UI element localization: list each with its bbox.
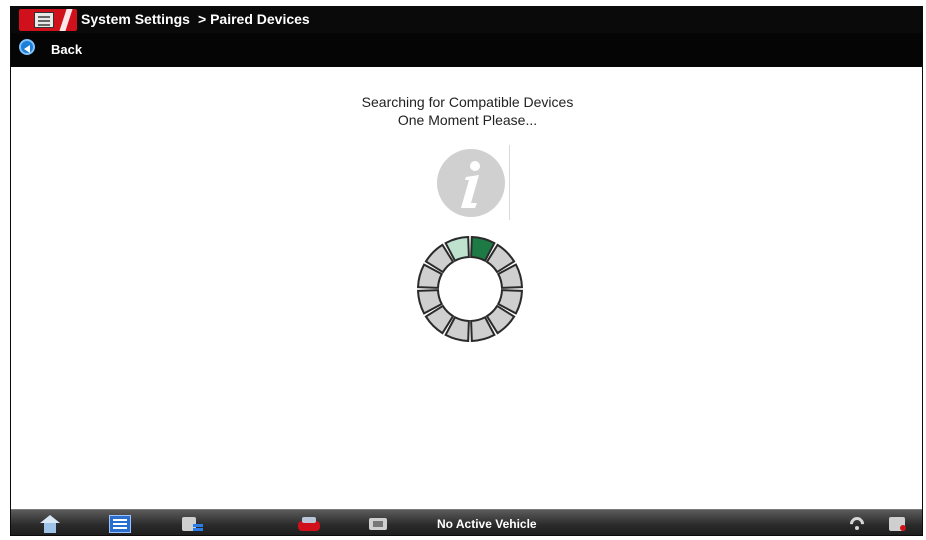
app-logo-tile [34, 12, 54, 28]
spinner-center [442, 261, 498, 317]
back-arrow-icon[interactable] [19, 39, 35, 55]
app-window: System Settings > Paired Devices Back Se… [10, 6, 923, 536]
list-icon[interactable] [109, 515, 131, 533]
home-icon[interactable] [39, 515, 61, 533]
loading-spinner-icon [416, 235, 524, 343]
back-button[interactable]: Back [51, 42, 82, 57]
info-icon [437, 149, 505, 217]
tools-icon[interactable] [181, 515, 203, 533]
app-logo-icon[interactable] [19, 9, 77, 31]
status-message: Searching for Compatible Devices One Mom… [11, 93, 922, 129]
toolbar: Back [11, 33, 922, 67]
device-status-icon[interactable] [887, 515, 909, 533]
vehicle-status: No Active Vehicle [437, 517, 537, 531]
vehicle-icon[interactable] [296, 515, 322, 533]
bottom-taskbar: No Active Vehicle [11, 509, 922, 535]
status-line-1: Searching for Compatible Devices [361, 94, 574, 110]
wifi-icon[interactable] [847, 515, 869, 533]
scanner-icon[interactable] [367, 515, 389, 533]
app-logo-slash [59, 9, 73, 31]
title-bar: System Settings > Paired Devices [11, 7, 922, 33]
breadcrumb: > Paired Devices [198, 11, 310, 27]
page-title: System Settings [81, 11, 190, 27]
divider [509, 145, 510, 220]
status-line-2: One Moment Please... [397, 112, 538, 128]
